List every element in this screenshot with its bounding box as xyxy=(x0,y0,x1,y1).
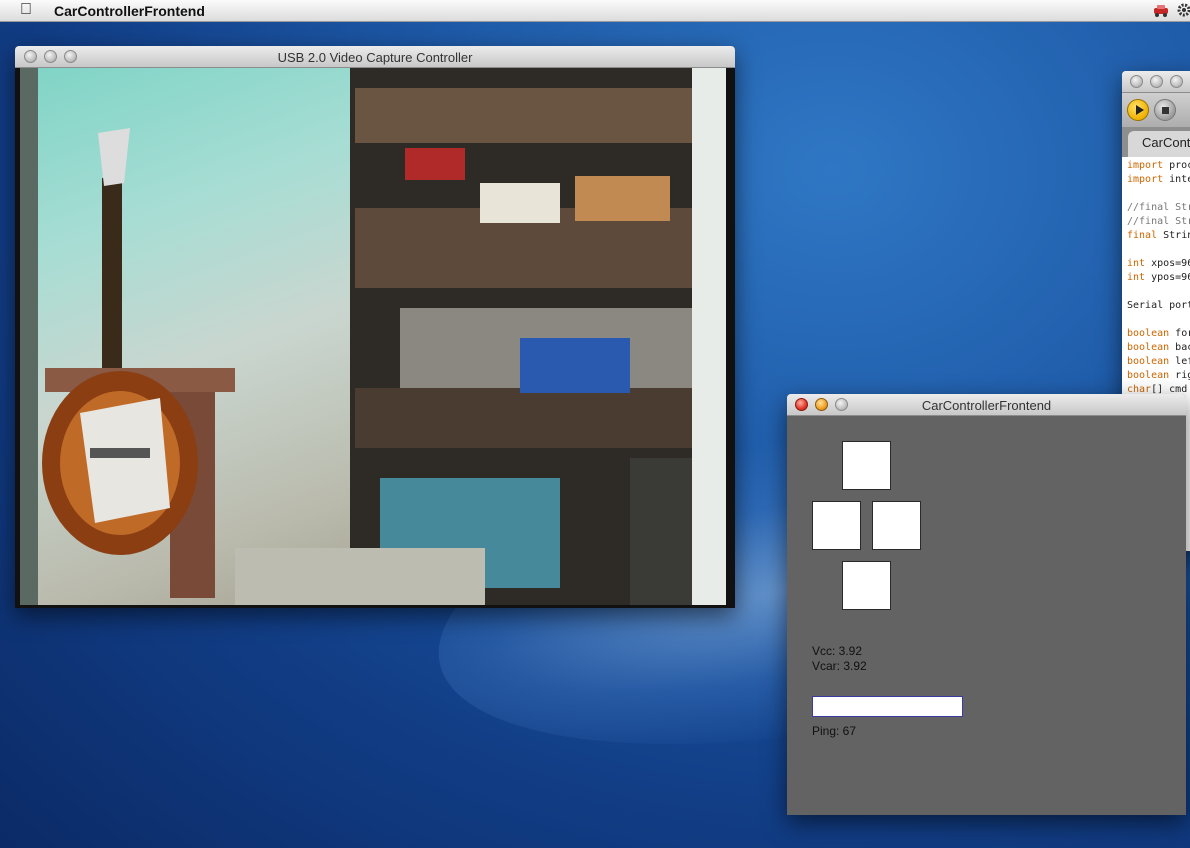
menu-app-name[interactable]: CarControllerFrontend xyxy=(54,3,205,19)
vcc-readout: Vcc: 3.92 xyxy=(812,644,863,658)
controller-window-title: CarControllerFrontend xyxy=(921,398,1052,413)
code-line: Serial port xyxy=(1127,300,1190,311)
ping-input-field[interactable] xyxy=(812,696,963,717)
right-button[interactable] xyxy=(872,501,921,550)
apple-logo-icon[interactable]:  xyxy=(20,1,32,19)
gear-tray-icon[interactable] xyxy=(1176,3,1190,17)
code-line: boolean rig xyxy=(1127,370,1190,381)
editor-tab[interactable]: CarContr xyxy=(1128,131,1190,157)
car-tray-icon[interactable] xyxy=(1153,3,1169,17)
run-icon[interactable] xyxy=(1127,99,1149,121)
code-line: boolean lef xyxy=(1127,356,1190,367)
minimize-button[interactable] xyxy=(1150,75,1163,88)
code-line: int ypos=96 xyxy=(1127,272,1190,283)
code-line: final Strin xyxy=(1127,230,1190,241)
code-line: //final Str xyxy=(1127,202,1190,213)
video-capture-window: USB 2.0 Video Capture Controller xyxy=(15,46,735,608)
close-button[interactable] xyxy=(1130,75,1143,88)
video-window-titlebar[interactable]: USB 2.0 Video Capture Controller xyxy=(15,46,735,68)
forward-button[interactable] xyxy=(842,441,891,490)
left-button[interactable] xyxy=(812,501,861,550)
camera-scene-image xyxy=(20,68,726,605)
camera-feed xyxy=(20,68,726,605)
code-line: int xpos=96 xyxy=(1127,258,1190,269)
editor-toolbar xyxy=(1122,93,1190,127)
menu-bar:  CarControllerFrontend xyxy=(0,0,1190,22)
code-line: import inte xyxy=(1127,174,1190,185)
backward-button[interactable] xyxy=(842,561,891,610)
zoom-button[interactable] xyxy=(1170,75,1183,88)
vcar-readout: Vcar: 3.92 xyxy=(812,659,867,673)
stop-icon[interactable] xyxy=(1154,99,1176,121)
code-line: boolean for xyxy=(1127,328,1190,339)
code-window-titlebar[interactable] xyxy=(1122,71,1190,93)
code-line: boolean bac xyxy=(1127,342,1190,353)
video-window-title: USB 2.0 Video Capture Controller xyxy=(277,50,473,65)
editor-tab-bar: CarContr xyxy=(1122,127,1190,157)
controller-window: CarControllerFrontend Vcc: 3.92 Vcar: 3.… xyxy=(787,394,1186,815)
ping-readout: Ping: 67 xyxy=(812,724,857,738)
code-line: import proc xyxy=(1127,160,1190,171)
controller-window-titlebar[interactable]: CarControllerFrontend xyxy=(787,394,1186,416)
code-line: //final Str xyxy=(1127,216,1190,227)
